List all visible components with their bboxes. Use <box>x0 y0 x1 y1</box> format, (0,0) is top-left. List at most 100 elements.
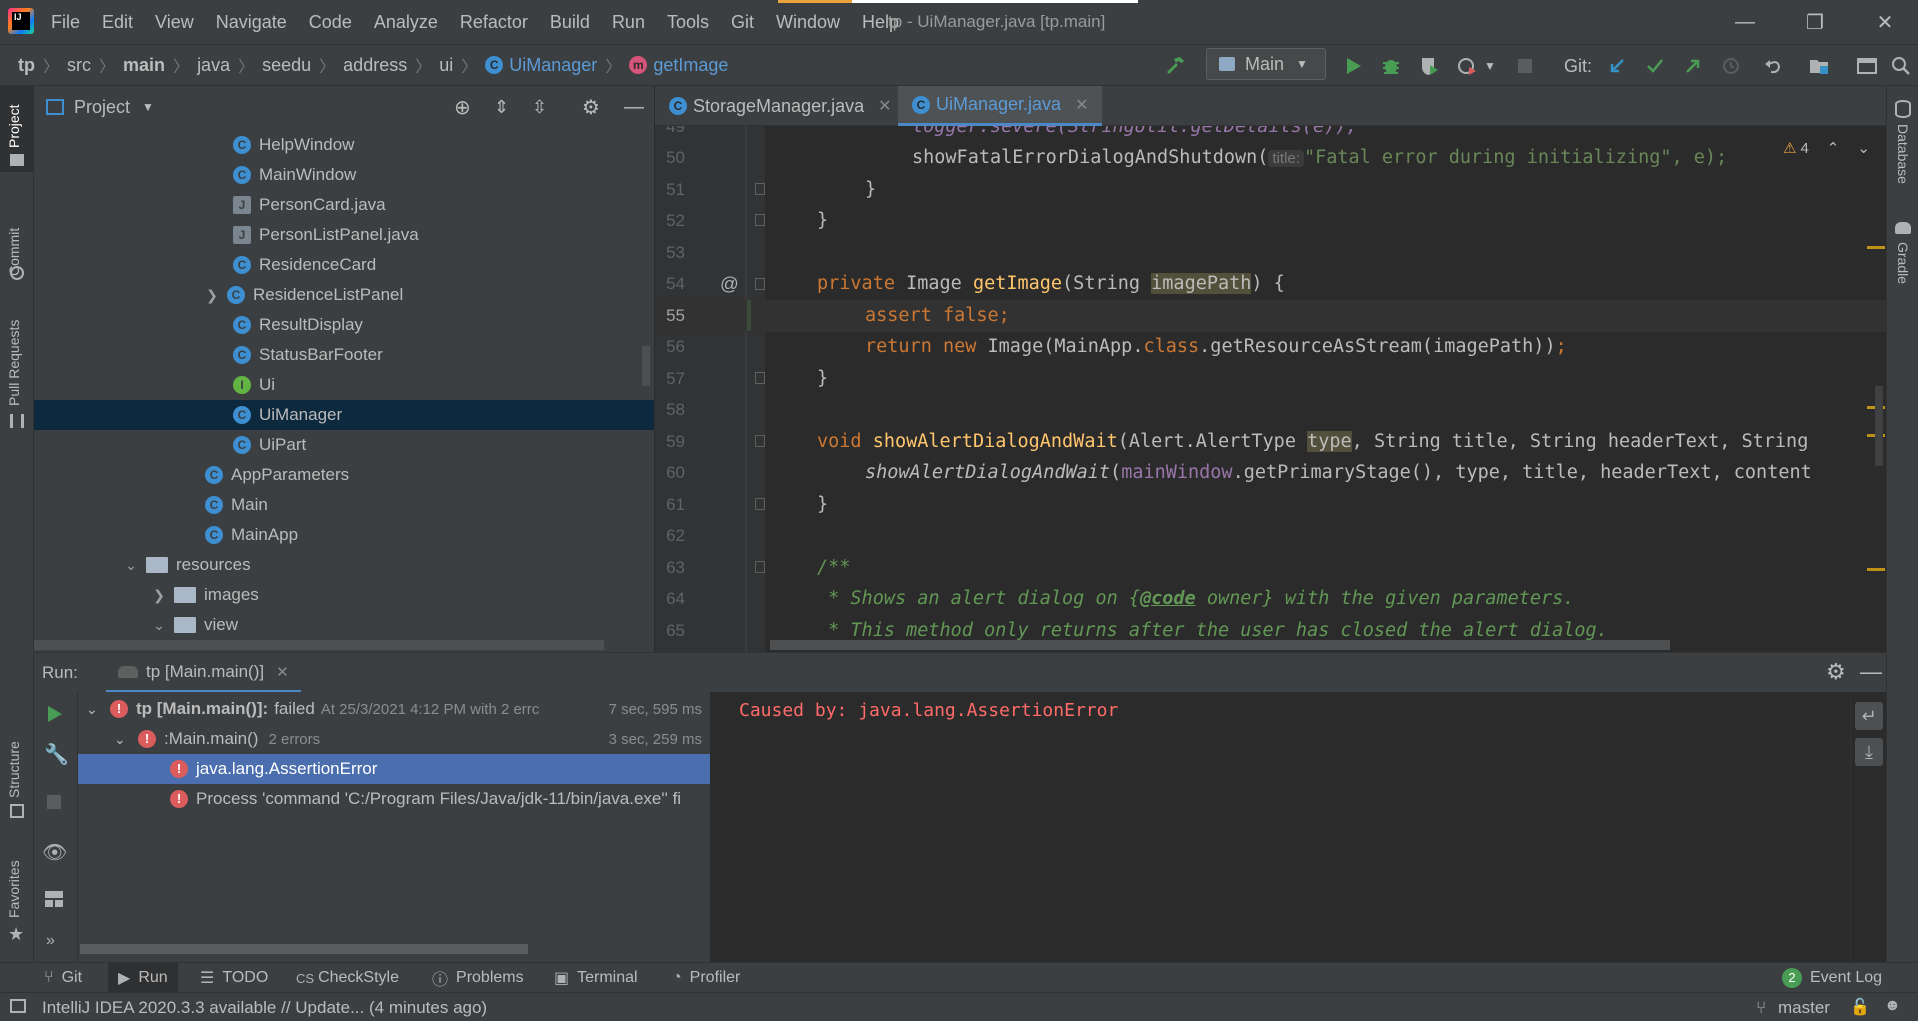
menu-view[interactable]: View <box>144 12 205 33</box>
rollback-icon[interactable] <box>1758 51 1788 81</box>
project-structure-icon[interactable] <box>1804 51 1834 81</box>
hide-panel-icon[interactable]: — <box>1860 659 1882 685</box>
gear-icon[interactable]: ⚙ <box>1826 659 1846 685</box>
close-icon[interactable]: ✕ <box>276 663 289 681</box>
run-icon[interactable] <box>1338 51 1368 81</box>
tool-window-database[interactable]: Database <box>1895 124 1911 184</box>
chevron-down-icon[interactable]: ⌄ <box>150 617 168 634</box>
tree-item[interactable]: C ResidenceCard <box>34 250 654 280</box>
tool-window-pull-requests[interactable]: Pull Requests <box>6 320 22 406</box>
chevron-right-icon[interactable]: ❯ <box>203 287 221 304</box>
tool-event-log[interactable]: 2 Event Log <box>1782 963 1882 993</box>
tree-item[interactable]: ❯ C ResidenceListPanel <box>34 280 654 310</box>
tree-item-selected[interactable]: C UiManager <box>34 400 654 430</box>
inspection-widget[interactable]: ⚠ 4 ⌃ ⌄ <box>1783 136 1870 160</box>
menu-window[interactable]: Window <box>765 12 851 33</box>
warning-marker[interactable] <box>1867 246 1885 249</box>
collapse-all-icon[interactable]: ⇳ <box>532 97 547 118</box>
menu-tools[interactable]: Tools <box>656 12 720 33</box>
more-icon[interactable]: » <box>46 932 55 950</box>
tree-item[interactable]: J PersonListPanel.java <box>34 220 654 250</box>
tool-checkstyle[interactable]: CS CheckStyle <box>296 963 399 993</box>
fold-icon[interactable] <box>755 498 765 510</box>
locate-icon[interactable]: ⊕ <box>454 95 471 120</box>
toggle-panels-icon[interactable] <box>10 999 26 1013</box>
vertical-scrollbar[interactable] <box>642 346 650 386</box>
chevron-down-icon[interactable]: ▼ <box>1480 51 1500 81</box>
git-update-icon[interactable] <box>1602 51 1632 81</box>
coverage-icon[interactable] <box>1414 51 1444 81</box>
layout-icon[interactable] <box>44 890 64 908</box>
gear-icon[interactable]: ⚙ <box>582 95 600 120</box>
chevron-right-icon[interactable]: ❯ <box>150 587 168 604</box>
tab-ui-manager[interactable]: C UiManager.java ✕ <box>898 86 1103 126</box>
crumb-project[interactable]: tp <box>18 55 35 76</box>
presentation-icon[interactable] <box>1852 51 1882 81</box>
wrench-icon[interactable]: 🔧 <box>44 742 69 767</box>
stop-icon[interactable] <box>1510 51 1540 81</box>
tree-item[interactable]: ⌄ resources <box>34 550 654 580</box>
tool-profiler[interactable]: ◔ Profiler <box>672 963 740 993</box>
run-result-row-selected[interactable]: ! java.lang.AssertionError <box>78 754 710 784</box>
tree-item[interactable]: C Main <box>34 490 654 520</box>
tree-item[interactable]: C UiPart <box>34 430 654 460</box>
fold-icon[interactable] <box>755 435 765 447</box>
crumb-method[interactable]: getImage <box>653 55 728 76</box>
fold-icon[interactable] <box>755 372 765 384</box>
vertical-scrollbar[interactable] <box>1875 386 1883 466</box>
chevron-down-icon[interactable]: ⌄ <box>1857 139 1870 157</box>
warning-marker[interactable] <box>1867 568 1885 571</box>
tool-run[interactable]: ▶ Run <box>108 963 178 993</box>
chevron-down-icon[interactable]: ⌄ <box>122 557 140 574</box>
fold-icon[interactable] <box>755 278 765 290</box>
tool-window-structure[interactable]: Structure <box>6 741 22 798</box>
chevron-down-icon[interactable]: ⌄ <box>86 701 104 718</box>
tool-problems[interactable]: ⓘ Problems <box>432 963 524 993</box>
run-configuration-select[interactable]: Main ▼ <box>1206 48 1326 80</box>
tree-item[interactable]: C HelpWindow <box>34 130 654 160</box>
fold-icon[interactable] <box>755 183 765 195</box>
git-branch[interactable]: master <box>1778 998 1830 1018</box>
tool-window-favorites[interactable]: Favorites <box>6 860 22 918</box>
tool-todo[interactable]: ☰ TODO <box>200 963 268 993</box>
hide-panel-icon[interactable]: — <box>624 96 644 119</box>
debug-icon[interactable] <box>1376 51 1406 81</box>
crumb-ui[interactable]: ui <box>439 55 453 76</box>
scroll-to-end-icon[interactable]: ⤓ <box>1855 738 1883 766</box>
menu-navigate[interactable]: Navigate <box>205 12 298 33</box>
status-message[interactable]: IntelliJ IDEA 2020.3.3 available // Upda… <box>42 998 487 1018</box>
run-result-row[interactable]: ⌄ ! tp [Main.main()]: failed At 25/3/202… <box>78 694 710 724</box>
menu-build[interactable]: Build <box>539 12 601 33</box>
restore-button[interactable]: ❐ <box>1786 0 1844 44</box>
tab-storage-manager[interactable]: C StorageManager.java ✕ <box>655 86 906 126</box>
crumb-src[interactable]: src <box>67 55 91 76</box>
crumb-java[interactable]: java <box>197 55 230 76</box>
rerun-icon[interactable] <box>44 704 64 724</box>
git-commit-icon[interactable] <box>1640 51 1670 81</box>
stop-icon[interactable] <box>46 794 62 810</box>
lock-icon[interactable]: 🔓 <box>1850 997 1870 1017</box>
history-icon[interactable] <box>1716 51 1746 81</box>
console-output[interactable]: Caused by: java.lang.AssertionError <box>729 692 1849 962</box>
crumb-address[interactable]: address <box>343 55 407 76</box>
close-window-button[interactable]: ✕ <box>1856 0 1914 44</box>
tree-item[interactable]: ⌄ view <box>34 610 654 640</box>
chevron-down-icon[interactable]: ▼ <box>142 100 154 114</box>
menu-analyze[interactable]: Analyze <box>363 12 449 33</box>
chevron-up-icon[interactable]: ⌃ <box>1827 139 1840 157</box>
git-push-icon[interactable] <box>1678 51 1708 81</box>
eye-icon[interactable]: 👁 <box>42 840 67 865</box>
build-hammer-icon[interactable] <box>1160 51 1190 81</box>
chevron-down-icon[interactable]: ⌄ <box>114 731 132 748</box>
code-editor[interactable]: 49 logger.severe(StringUtil.getDetails(e)… <box>655 126 1886 652</box>
run-result-row[interactable]: ! Process 'command 'C:/Program Files/Jav… <box>78 784 710 814</box>
run-tab[interactable]: tp [Main.main()] ✕ <box>106 653 301 693</box>
run-result-row[interactable]: ⌄ ! :Main.main() 2 errors 3 sec, 259 ms <box>78 724 710 754</box>
menu-file[interactable]: File <box>40 12 91 33</box>
menu-code[interactable]: Code <box>298 12 363 33</box>
tree-item[interactable]: C AppParameters <box>34 460 654 490</box>
fold-icon[interactable] <box>755 214 765 226</box>
project-panel-title[interactable]: Project <box>74 97 130 118</box>
menu-refactor[interactable]: Refactor <box>449 12 539 33</box>
crumb-class[interactable]: UiManager <box>509 55 597 76</box>
